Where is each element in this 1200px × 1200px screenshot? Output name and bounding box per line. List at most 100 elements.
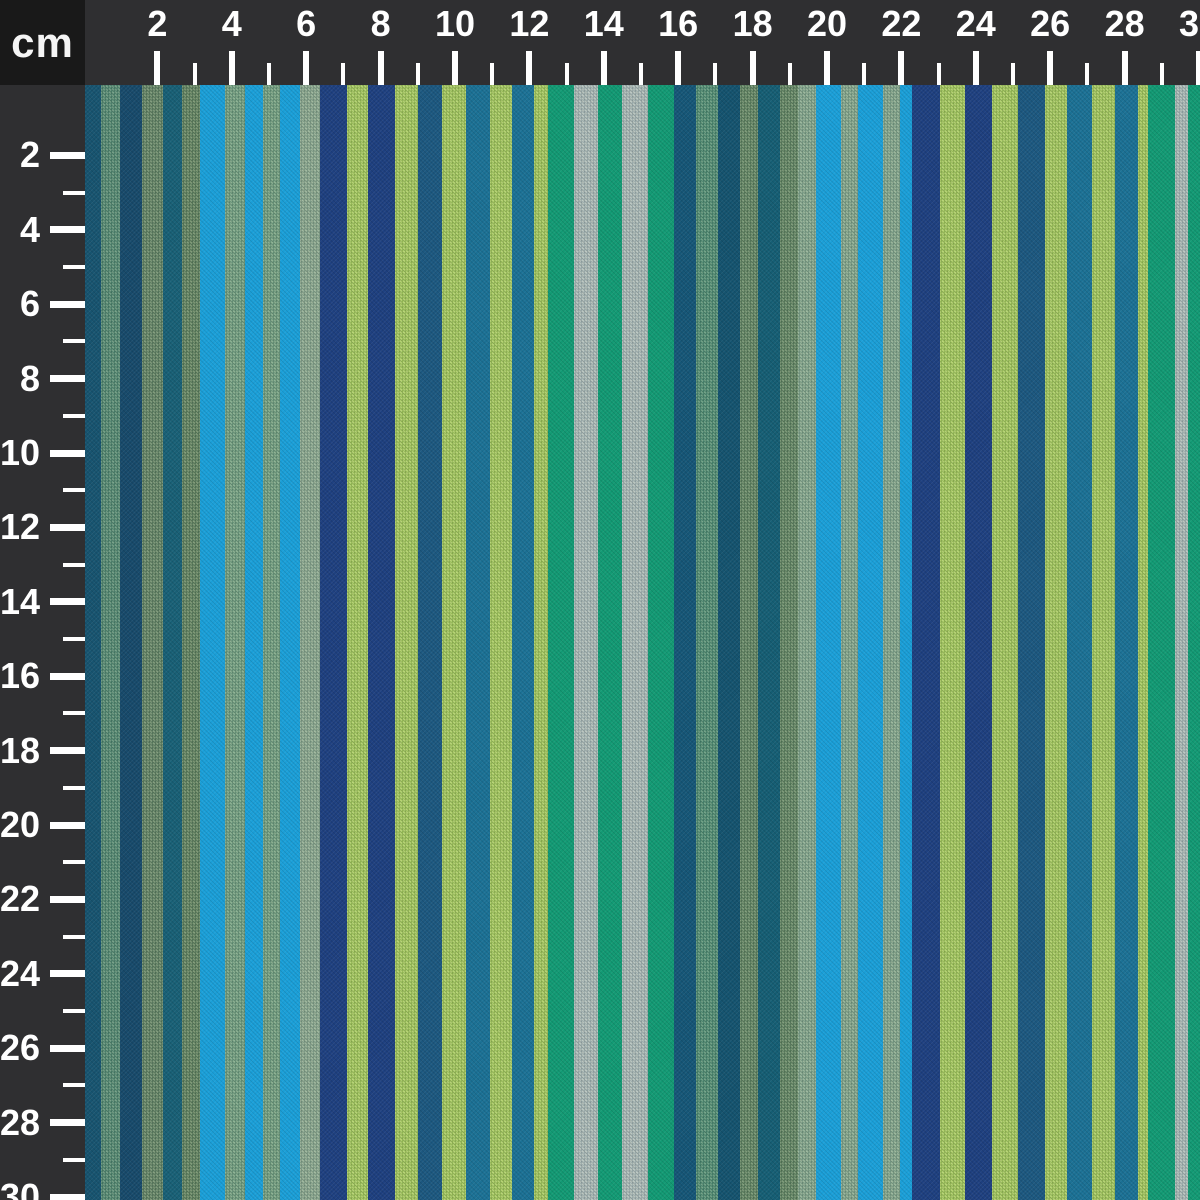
ruler-left-label: 14 xyxy=(0,584,40,620)
ruler-top-tick-minor xyxy=(1011,63,1015,85)
ruler-top-tick-major xyxy=(452,51,458,85)
fabric-stripe xyxy=(1018,85,1045,1200)
ruler-top-tick-major xyxy=(303,51,309,85)
ruler-top-tick-major xyxy=(1196,51,1200,85)
ruler-top-tick-major xyxy=(526,51,532,85)
fabric-stripe xyxy=(740,85,758,1200)
fabric-stripe xyxy=(200,85,225,1200)
ruler-top-tick-major xyxy=(750,51,756,85)
ruler-left-label: 28 xyxy=(0,1105,40,1141)
ruler-top-tick-minor xyxy=(713,63,717,85)
ruler-top-tick-minor xyxy=(267,63,271,85)
ruler-top-label: 2 xyxy=(147,6,167,42)
fabric-stripe xyxy=(780,85,798,1200)
fabric-stripe xyxy=(798,85,816,1200)
fabric-stripe xyxy=(548,85,574,1200)
fabric-stripe xyxy=(965,85,992,1200)
ruler-top-tick-major xyxy=(601,51,607,85)
fabric-stripe xyxy=(841,85,858,1200)
ruler-left-tick-major xyxy=(50,301,85,308)
ruler-left-tick-major xyxy=(50,524,85,531)
ruler-top-tick-minor xyxy=(416,63,420,85)
ruler-top-label: 8 xyxy=(371,6,391,42)
ruler-left-label: 24 xyxy=(0,956,40,992)
ruler-left-label: 22 xyxy=(0,881,40,917)
fabric-stripe xyxy=(648,85,674,1200)
fabric-stripe xyxy=(883,85,900,1200)
ruler-top-label: 16 xyxy=(658,6,698,42)
fabric-stripe xyxy=(512,85,534,1200)
fabric-stripe xyxy=(182,85,200,1200)
ruler-left-label: 30 xyxy=(0,1179,40,1200)
fabric-stripe xyxy=(940,85,965,1200)
fabric-stripe xyxy=(534,85,548,1200)
ruler-left-label: 10 xyxy=(0,435,40,471)
ruler-top-tick-minor xyxy=(193,63,197,85)
ruler-left-tick-major xyxy=(50,896,85,903)
fabric-swatch xyxy=(85,85,1200,1200)
fabric-stripe xyxy=(225,85,245,1200)
ruler-left-tick-minor xyxy=(63,1083,85,1087)
fabric-stripe xyxy=(300,85,320,1200)
fabric-stripe xyxy=(1175,85,1188,1200)
ruler-left-tick-minor xyxy=(63,1158,85,1162)
ruler-left-tick-major xyxy=(50,822,85,829)
fabric-stripe xyxy=(598,85,622,1200)
fabric-stripe xyxy=(163,85,182,1200)
ruler-left-tick-major xyxy=(50,226,85,233)
ruler-top-label: 12 xyxy=(509,6,549,42)
ruler-left-tick-minor xyxy=(63,563,85,567)
ruler-vertical: 24681012141618202224262830 xyxy=(0,85,85,1200)
ruler-top-tick-minor xyxy=(341,63,345,85)
ruler-left-tick-minor xyxy=(63,339,85,343)
ruler-left-tick-major xyxy=(50,1119,85,1126)
ruler-top-label: 18 xyxy=(733,6,773,42)
fabric-stripe xyxy=(120,85,142,1200)
fabric-stripe xyxy=(696,85,718,1200)
fabric-stripe xyxy=(574,85,598,1200)
fabric-stripe xyxy=(490,85,512,1200)
ruler-top-tick-major xyxy=(229,51,235,85)
ruler-top-tick-minor xyxy=(862,63,866,85)
ruler-top-tick-major xyxy=(898,51,904,85)
ruler-top-tick-major xyxy=(378,51,384,85)
ruler-top-tick-major xyxy=(824,51,830,85)
ruler-top-label: 20 xyxy=(807,6,847,42)
ruler-left-tick-minor xyxy=(63,711,85,715)
fabric-stripe xyxy=(395,85,418,1200)
fabric-stripe xyxy=(912,85,940,1200)
fabric-stripe xyxy=(142,85,163,1200)
ruler-left-tick-minor xyxy=(63,637,85,641)
ruler-left-tick-major xyxy=(50,970,85,977)
fabric-stripe xyxy=(758,85,780,1200)
ruler-left-label: 16 xyxy=(0,658,40,694)
ruler-left-label: 6 xyxy=(20,286,40,322)
ruler-top-label: 28 xyxy=(1105,6,1145,42)
ruler-left-tick-major xyxy=(50,152,85,159)
ruler-top-tick-major xyxy=(973,51,979,85)
ruler-top-label: 24 xyxy=(956,6,996,42)
fabric-stripe xyxy=(320,85,347,1200)
ruler-left-tick-major xyxy=(50,1045,85,1052)
ruler-top-label: 26 xyxy=(1030,6,1070,42)
fabric-stripe xyxy=(442,85,466,1200)
ruler-top-label: 30 xyxy=(1179,6,1200,42)
fabric-stripe xyxy=(1148,85,1175,1200)
ruler-top-tick-minor xyxy=(1085,63,1089,85)
fabric-stripe xyxy=(263,85,280,1200)
fabric-stripe xyxy=(1067,85,1092,1200)
ruler-left-label: 4 xyxy=(20,212,40,248)
ruler-top-tick-minor xyxy=(490,63,494,85)
fabric-stripe xyxy=(1045,85,1067,1200)
ruler-left-tick-minor xyxy=(63,935,85,939)
fabric-stripe xyxy=(1138,85,1148,1200)
fabric-stripe xyxy=(992,85,1018,1200)
ruler-left-label: 12 xyxy=(0,509,40,545)
ruler-top-tick-minor xyxy=(937,63,941,85)
fabric-stripe xyxy=(900,85,912,1200)
ruler-left-label: 20 xyxy=(0,807,40,843)
ruler-left-tick-minor xyxy=(63,860,85,864)
fabric-stripe xyxy=(1092,85,1115,1200)
ruler-top-tick-minor xyxy=(565,63,569,85)
fabric-stripe xyxy=(718,85,740,1200)
